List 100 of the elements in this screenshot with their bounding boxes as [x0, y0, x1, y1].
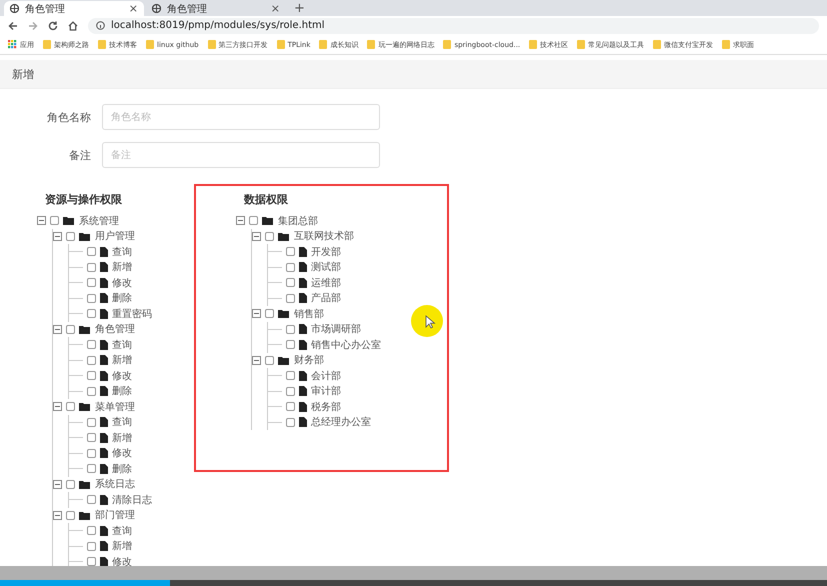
checkbox[interactable]: [87, 526, 96, 536]
tree-node-label[interactable]: 删除: [112, 462, 132, 476]
collapse-toggle[interactable]: [252, 356, 261, 365]
tree-node-label[interactable]: 查询: [112, 244, 132, 259]
checkbox[interactable]: [286, 324, 295, 334]
checkbox[interactable]: [87, 371, 96, 380]
collapse-toggle[interactable]: [53, 324, 62, 334]
checkbox[interactable]: [87, 278, 96, 288]
close-button[interactable]: ×: [128, 2, 138, 15]
tree-node-label[interactable]: 市场调研部: [311, 322, 361, 336]
file-icon: [299, 417, 307, 428]
checkbox[interactable]: [286, 386, 295, 396]
checkbox[interactable]: [50, 216, 59, 226]
forward-icon[interactable]: [28, 20, 38, 30]
input-field[interactable]: 备注: [102, 142, 380, 168]
collapse-toggle[interactable]: [252, 232, 261, 241]
checkbox[interactable]: [286, 247, 295, 256]
tree-node-label[interactable]: 修改: [112, 368, 132, 383]
tree-node-label[interactable]: 新增: [112, 539, 132, 554]
checkbox[interactable]: [286, 418, 295, 427]
tree-node-label[interactable]: 重置密码: [112, 306, 152, 321]
checkbox[interactable]: [66, 324, 75, 334]
checkbox[interactable]: [87, 247, 96, 256]
checkbox[interactable]: [87, 386, 96, 396]
checkbox[interactable]: [87, 356, 96, 365]
collapse-toggle[interactable]: [37, 216, 46, 226]
tree-node-label[interactable]: 新增: [112, 430, 132, 445]
checkbox[interactable]: [286, 340, 295, 350]
collapse-toggle[interactable]: [53, 232, 62, 241]
new-tab-button[interactable]: +: [288, 1, 311, 16]
tree-node-label[interactable]: 菜单管理: [95, 400, 135, 414]
tree-node-label[interactable]: 清除日志: [112, 492, 152, 507]
tree-node-label[interactable]: 新增: [112, 353, 132, 368]
checkbox[interactable]: [249, 216, 258, 226]
tree-node-label[interactable]: 删除: [112, 384, 132, 398]
browser-tab[interactable]: 角色管理 ×: [4, 1, 144, 16]
tree-node-label[interactable]: 修改: [112, 276, 132, 290]
tree-node-label[interactable]: 查询: [112, 338, 132, 352]
checkbox[interactable]: [66, 480, 75, 489]
tree-node-label[interactable]: 集团总部: [278, 214, 318, 228]
tree-node-label[interactable]: 销售中心办公室: [311, 338, 381, 352]
checkbox[interactable]: [87, 418, 96, 427]
checkbox[interactable]: [87, 495, 96, 504]
checkbox[interactable]: [286, 402, 295, 412]
tree-node-label[interactable]: 审计部: [311, 384, 341, 398]
tree-node-label[interactable]: 财务部: [294, 353, 324, 368]
input-field[interactable]: 角色名称: [102, 104, 380, 130]
tree-node-label[interactable]: 会计部: [311, 368, 341, 383]
checkbox[interactable]: [66, 510, 75, 520]
checkbox[interactable]: [87, 557, 96, 566]
checkbox[interactable]: [265, 356, 274, 365]
checkbox[interactable]: [87, 542, 96, 551]
checkbox[interactable]: [66, 402, 75, 412]
globe-icon: [152, 4, 161, 13]
checkbox[interactable]: [87, 433, 96, 442]
checkbox[interactable]: [286, 278, 295, 288]
checkbox[interactable]: [265, 232, 274, 241]
reload-icon[interactable]: [48, 20, 58, 30]
tree-node-label[interactable]: 总经理办公室: [311, 415, 371, 430]
collapse-toggle[interactable]: [236, 216, 245, 226]
tree-node-label[interactable]: 删除: [112, 291, 132, 306]
collapse-toggle[interactable]: [53, 510, 62, 520]
back-icon[interactable]: [8, 20, 18, 30]
checkbox[interactable]: [87, 309, 96, 318]
checkbox[interactable]: [87, 294, 96, 303]
tree-node-label[interactable]: 销售部: [294, 306, 324, 321]
progress-track[interactable]: [0, 580, 827, 586]
minus-icon: [254, 234, 259, 239]
collapse-toggle[interactable]: [53, 402, 62, 412]
tree-node-label[interactable]: 查询: [112, 415, 132, 430]
browser-tab[interactable]: 角色管理 ×: [146, 1, 286, 16]
tree-node-label[interactable]: 修改: [112, 554, 132, 569]
tree-node-label[interactable]: 运维部: [311, 276, 341, 290]
tree-node-label[interactable]: 税务部: [311, 400, 341, 414]
tree-node-label[interactable]: 角色管理: [95, 322, 135, 336]
checkbox[interactable]: [87, 448, 96, 458]
tree-node-label[interactable]: 用户管理: [95, 229, 135, 244]
checkbox[interactable]: [66, 232, 75, 241]
close-button[interactable]: ×: [270, 2, 280, 15]
checkbox[interactable]: [286, 294, 295, 303]
tree-node-label[interactable]: 测试部: [311, 260, 341, 274]
tree-node-label[interactable]: 部门管理: [95, 508, 135, 522]
tree-node-label[interactable]: 系统日志: [95, 477, 135, 492]
tree-node-label[interactable]: 互联网技术部: [294, 229, 354, 244]
collapse-toggle[interactable]: [252, 309, 261, 318]
tree-node-label[interactable]: 查询: [112, 524, 132, 538]
tree-node-label[interactable]: 产品部: [311, 291, 341, 306]
checkbox[interactable]: [286, 371, 295, 380]
checkbox[interactable]: [87, 262, 96, 272]
checkbox[interactable]: [265, 309, 274, 318]
tree-node-label[interactable]: 修改: [112, 446, 132, 460]
checkbox[interactable]: [286, 262, 295, 272]
checkbox[interactable]: [87, 464, 96, 474]
tree-node-label[interactable]: 新增: [112, 260, 132, 274]
home-icon[interactable]: [68, 20, 78, 30]
collapse-toggle[interactable]: [53, 480, 62, 489]
tree-node-label[interactable]: 开发部: [311, 244, 341, 259]
tree-node-label[interactable]: 系统管理: [79, 214, 119, 228]
address-field[interactable]: localhost:8019/pmp/modules/sys/role.html: [88, 18, 819, 34]
checkbox[interactable]: [87, 340, 96, 350]
